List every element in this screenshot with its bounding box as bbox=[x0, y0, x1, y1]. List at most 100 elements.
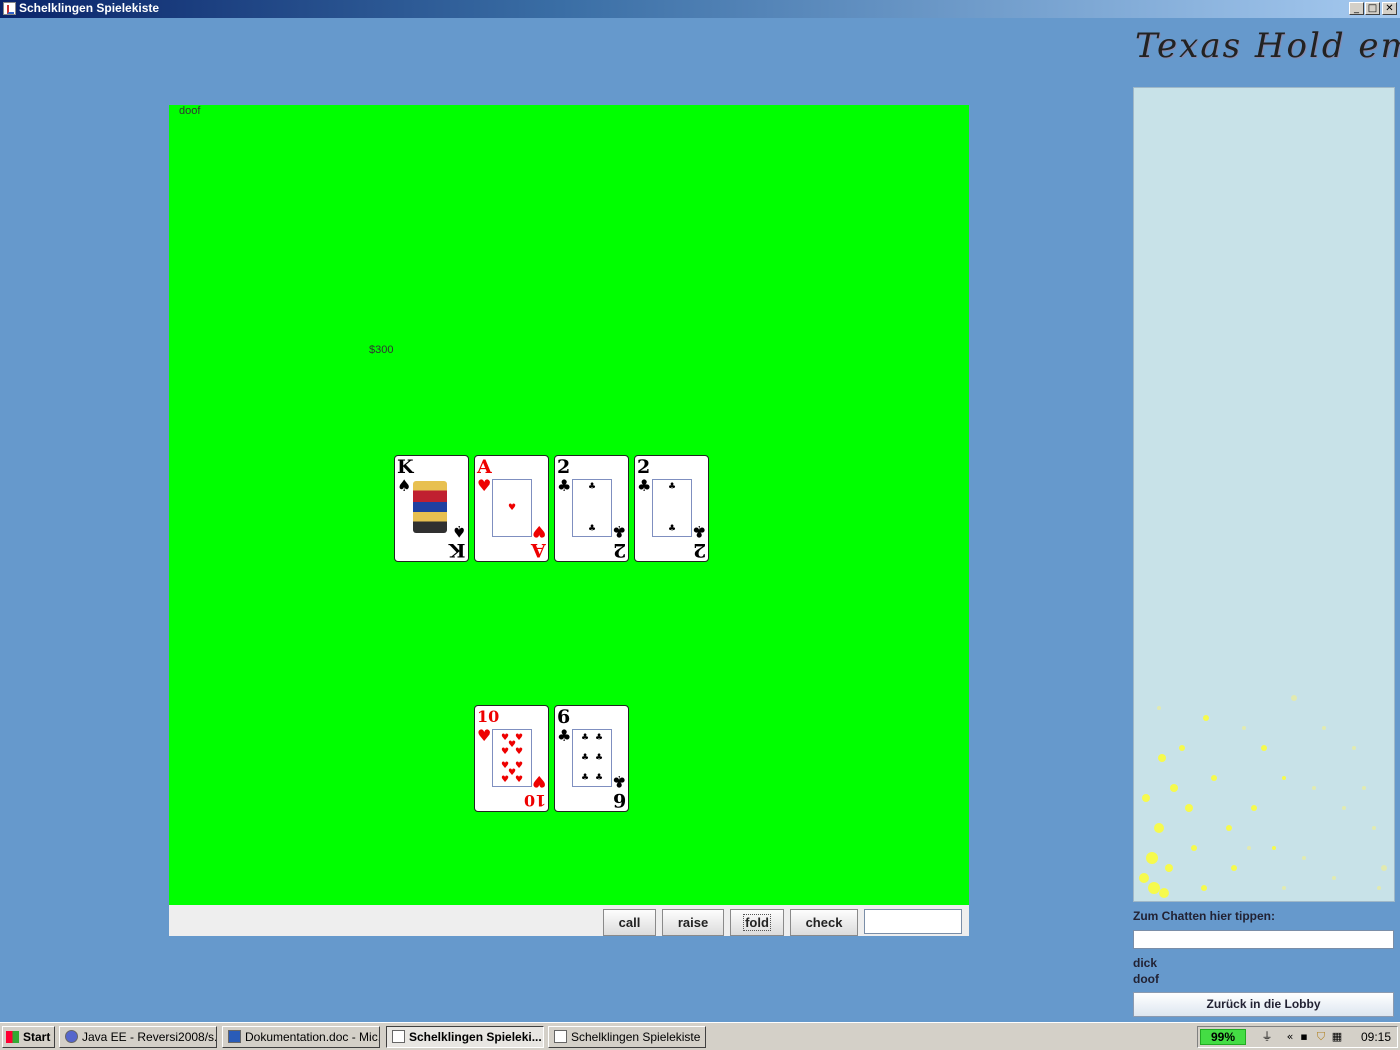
club-icon: ♣ bbox=[588, 524, 597, 534]
call-button[interactable]: call bbox=[603, 909, 656, 936]
window-title-bar[interactable]: Schelklingen Spielekiste _ □ ✕ bbox=[0, 0, 1400, 18]
card-rank: 6 bbox=[612, 789, 626, 811]
fold-button[interactable]: fold bbox=[730, 909, 784, 936]
eclipse-icon bbox=[65, 1030, 78, 1043]
chat-label: Zum Chatten hier tippen: bbox=[1133, 909, 1275, 923]
texas-holdem-logo: Texas Hold em bbox=[1135, 26, 1400, 66]
community-card-king-spades: K ♠ ♠ K bbox=[394, 455, 469, 562]
java-icon bbox=[554, 1030, 567, 1043]
battery-indicator[interactable]: 99% bbox=[1200, 1029, 1246, 1045]
hand-card-six-clubs[interactable]: 6 ♣ ♣ ♣ ♣ ♣ ♣ ♣ ♣ 6 bbox=[554, 705, 629, 812]
heart-icon: ♥ bbox=[515, 775, 524, 785]
raise-button[interactable]: raise bbox=[662, 909, 724, 936]
system-tray: 99% ⏚ « ▪ ⛉ ▦ 09:15 bbox=[1197, 1026, 1398, 1048]
network-icon[interactable]: ▪ bbox=[1297, 1030, 1311, 1044]
list-item: doof bbox=[1133, 972, 1159, 986]
hand-card-ten-hearts[interactable]: 10 ♥ ♥ ♥ ♥ ♥ ♥ ♥ ♥ ♥ ♥ ♥ ♥ 10 bbox=[474, 705, 549, 812]
pot-amount: $300 bbox=[369, 344, 394, 356]
power-plug-icon[interactable]: ⏚ bbox=[1260, 1030, 1274, 1044]
taskbar-item[interactable]: Java EE - Reversi2008/s... bbox=[59, 1026, 217, 1048]
card-rank: 10 bbox=[477, 707, 500, 726]
taskbar-item[interactable]: Schelklingen Spielekiste bbox=[548, 1026, 706, 1048]
tray-chevron-icon[interactable]: « bbox=[1283, 1030, 1297, 1044]
club-icon: ♣ bbox=[595, 733, 604, 743]
spade-icon: ♠ bbox=[451, 522, 466, 541]
club-icon: ♣ bbox=[611, 772, 626, 791]
card-center: ♣ ♣ ♣ ♣ ♣ ♣ bbox=[572, 729, 612, 787]
community-card-two-clubs: 2 ♣ ♣ ♣ ♣ 2 bbox=[554, 455, 629, 562]
club-icon: ♣ bbox=[668, 482, 677, 492]
heart-icon: ♥ bbox=[531, 772, 546, 791]
king-face-icon bbox=[413, 481, 447, 533]
window-title: Schelklingen Spielekiste bbox=[19, 1, 160, 15]
card-center: ♣ ♣ bbox=[652, 479, 692, 537]
card-center: ♥ ♥ ♥ ♥ ♥ ♥ ♥ ♥ ♥ ♥ bbox=[492, 729, 532, 787]
community-card-two-clubs: 2 ♣ ♣ ♣ ♣ 2 bbox=[634, 455, 709, 562]
club-icon: ♣ bbox=[581, 753, 590, 763]
heart-icon: ♥ bbox=[515, 733, 524, 743]
taskbar: Start Java EE - Reversi2008/s... Dokumen… bbox=[0, 1022, 1400, 1050]
action-bar: call raise fold check bbox=[169, 905, 969, 936]
taskbar-item-label: Dokumentation.doc - Mic... bbox=[245, 1030, 380, 1044]
user-list: dick doof bbox=[1133, 955, 1159, 987]
card-rank: 2 bbox=[612, 539, 626, 561]
check-button[interactable]: check bbox=[790, 909, 858, 936]
taskbar-item-label: Schelklingen Spieleki... bbox=[409, 1030, 542, 1044]
club-icon: ♣ bbox=[581, 733, 590, 743]
heart-icon: ♥ bbox=[477, 476, 492, 495]
heart-icon: ♥ bbox=[515, 747, 524, 757]
club-icon: ♣ bbox=[691, 522, 706, 541]
heart-icon: ♥ bbox=[515, 761, 524, 771]
taskbar-item-label: Java EE - Reversi2008/s... bbox=[82, 1030, 217, 1044]
heart-icon: ♥ bbox=[501, 775, 510, 785]
club-icon: ♣ bbox=[668, 524, 677, 534]
flag-icon[interactable]: ▦ bbox=[1330, 1030, 1344, 1044]
club-icon: ♣ bbox=[637, 476, 652, 495]
heart-icon: ♥ bbox=[501, 747, 510, 757]
clock: 09:15 bbox=[1360, 1030, 1391, 1044]
card-rank: A bbox=[531, 539, 546, 561]
sparkle-decoration bbox=[1139, 695, 1387, 898]
close-button[interactable]: ✕ bbox=[1382, 2, 1397, 15]
shield-icon[interactable]: ⛉ bbox=[1314, 1030, 1328, 1044]
back-to-lobby-button[interactable]: Zurück in die Lobby bbox=[1133, 992, 1394, 1017]
card-rank: A bbox=[477, 456, 492, 478]
club-icon: ♣ bbox=[611, 522, 626, 541]
fold-button-label: fold bbox=[743, 914, 771, 931]
poker-table: doof $300 K ♠ ♠ K A ♥ ♥ ♥ A 2 ♣ ♣ ♣ ♣ 2 … bbox=[169, 105, 969, 905]
card-rank: K bbox=[449, 539, 466, 561]
word-icon bbox=[228, 1030, 241, 1043]
opponent-name: doof bbox=[179, 105, 201, 117]
card-center: ♣ ♣ bbox=[572, 479, 612, 537]
heart-icon: ♥ bbox=[477, 726, 492, 745]
card-rank: K bbox=[397, 456, 414, 478]
spade-icon: ♠ bbox=[397, 476, 412, 495]
start-button[interactable]: Start bbox=[2, 1026, 55, 1048]
card-rank: 2 bbox=[692, 539, 706, 561]
card-rank: 2 bbox=[637, 456, 651, 478]
maximize-button[interactable]: □ bbox=[1365, 2, 1380, 15]
club-icon: ♣ bbox=[588, 482, 597, 492]
club-icon: ♣ bbox=[581, 773, 590, 783]
card-rank: 10 bbox=[523, 791, 546, 810]
taskbar-item[interactable]: Schelklingen Spieleki... bbox=[386, 1026, 544, 1048]
taskbar-item[interactable]: Dokumentation.doc - Mic... bbox=[222, 1026, 380, 1048]
club-icon: ♣ bbox=[595, 773, 604, 783]
java-app-icon bbox=[3, 2, 16, 15]
minimize-button[interactable]: _ bbox=[1349, 2, 1364, 15]
club-icon: ♣ bbox=[557, 726, 572, 745]
card-center: ♥ bbox=[492, 479, 532, 537]
card-rank: 6 bbox=[557, 706, 571, 728]
list-item: dick bbox=[1133, 956, 1158, 970]
chat-area[interactable] bbox=[1133, 87, 1395, 902]
chat-input[interactable] bbox=[1133, 930, 1394, 949]
taskbar-item-label: Schelklingen Spielekiste bbox=[571, 1030, 701, 1044]
java-icon bbox=[392, 1030, 405, 1043]
bet-amount-input[interactable] bbox=[864, 909, 962, 934]
club-icon: ♣ bbox=[557, 476, 572, 495]
heart-icon: ♥ bbox=[531, 522, 546, 541]
card-rank: 2 bbox=[557, 456, 571, 478]
card-face-image bbox=[411, 479, 451, 537]
heart-icon: ♥ bbox=[508, 503, 517, 513]
community-card-ace-hearts: A ♥ ♥ ♥ A bbox=[474, 455, 549, 562]
